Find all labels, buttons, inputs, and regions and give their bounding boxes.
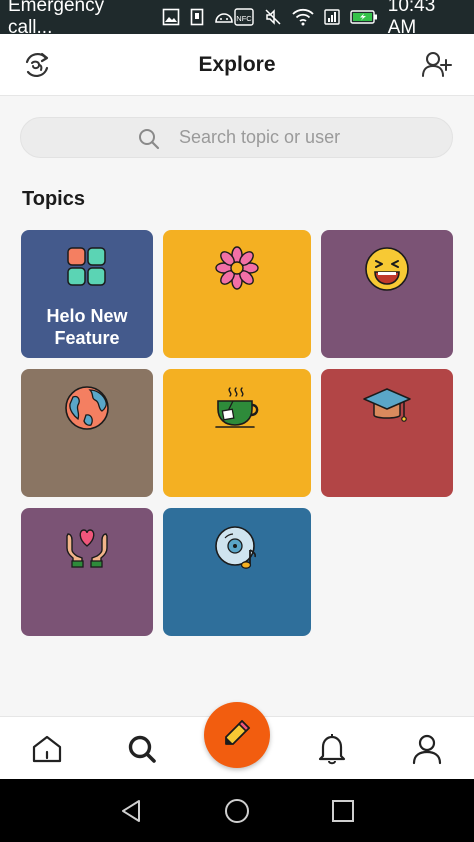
- heart-hands-icon: [64, 524, 110, 575]
- topic-tile-flower[interactable]: [163, 230, 311, 358]
- logo-icon[interactable]: [20, 48, 54, 82]
- pencil-icon: [222, 718, 252, 753]
- mute-icon: [264, 8, 282, 26]
- tea-cup-icon: [212, 385, 262, 438]
- music-disc-icon: [213, 524, 261, 577]
- topic-tile-globe[interactable]: [21, 369, 153, 497]
- search-bar[interactable]: [20, 117, 453, 158]
- add-user-icon[interactable]: [420, 48, 454, 82]
- battery-icon: [350, 9, 378, 25]
- topic-tile-helo-new-feature[interactable]: Helo New Feature: [21, 230, 153, 358]
- graduation-cap-icon: [362, 385, 412, 434]
- laughing-emoji-icon: [364, 246, 410, 297]
- topic-tile-emoji[interactable]: [321, 230, 453, 358]
- compose-button[interactable]: [204, 702, 270, 768]
- topic-tile-music[interactable]: [163, 508, 311, 636]
- topic-tile-care[interactable]: [21, 508, 153, 636]
- signal-icon: [324, 8, 340, 26]
- android-icon: [214, 10, 234, 24]
- profile-icon[interactable]: [409, 731, 445, 767]
- tile-label: Helo New Feature: [46, 306, 128, 348]
- search-icon: [138, 128, 160, 155]
- page-title: Explore: [198, 52, 276, 76]
- bell-icon[interactable]: [314, 731, 350, 767]
- app-header: Explore: [0, 34, 474, 96]
- system-nav-bar: [0, 779, 474, 842]
- home-icon[interactable]: [29, 731, 65, 767]
- topics-heading: Topics: [22, 188, 85, 210]
- wifi-icon: [292, 8, 314, 26]
- search-input[interactable]: [139, 127, 399, 148]
- recents-icon[interactable]: [328, 796, 358, 826]
- sim-icon: [190, 8, 204, 26]
- flower-icon: [215, 246, 259, 295]
- topic-tile-education[interactable]: [321, 369, 453, 497]
- topic-tile-tea[interactable]: [163, 369, 311, 497]
- status-bar: Emergency call... NFC 10:43 AM: [0, 0, 474, 38]
- globe-icon: [64, 385, 110, 436]
- search-icon[interactable]: [124, 731, 160, 767]
- image-icon: [162, 8, 180, 26]
- nfc-icon: NFC: [234, 8, 254, 26]
- apps-grid-icon: [65, 246, 109, 293]
- back-icon[interactable]: [116, 796, 146, 826]
- nfc-label: NFC: [236, 14, 252, 23]
- home-circle-icon[interactable]: [222, 796, 252, 826]
